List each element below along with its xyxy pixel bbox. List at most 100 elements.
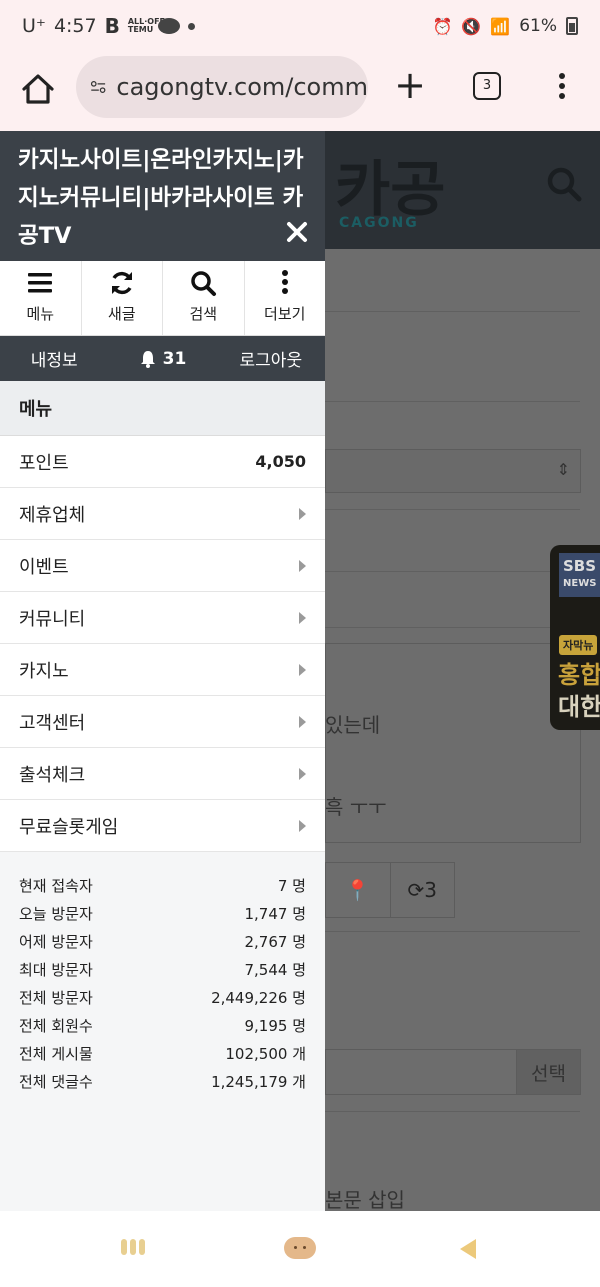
stat-value: 2,767 명 bbox=[244, 932, 306, 951]
file-select-button[interactable]: 선택 bbox=[516, 1050, 580, 1094]
my-info-link[interactable]: 내정보 bbox=[0, 346, 108, 371]
category-select[interactable] bbox=[325, 449, 581, 493]
stat-value: 7 명 bbox=[277, 876, 306, 895]
menu-item-casino[interactable]: 카지노 bbox=[0, 644, 325, 696]
site-search-icon[interactable] bbox=[545, 165, 583, 203]
menu-item-label: 카지노 bbox=[19, 660, 69, 682]
caret-right-icon bbox=[299, 611, 306, 624]
notification-dot-icon bbox=[187, 22, 195, 30]
clock: 4:57 bbox=[53, 15, 97, 37]
menu-item-community[interactable]: 커뮤니티 bbox=[0, 592, 325, 644]
stat-label: 어제 방문자 bbox=[19, 932, 93, 951]
menu-button[interactable]: 메뉴 bbox=[0, 261, 82, 335]
new-posts-button[interactable]: 새글 bbox=[82, 261, 163, 335]
battery-icon bbox=[566, 17, 578, 35]
caret-right-icon bbox=[299, 715, 306, 728]
wifi-icon: 📶 bbox=[490, 16, 511, 36]
stat-label: 전체 회원수 bbox=[19, 1016, 93, 1035]
tab-switcher-button[interactable]: 3 bbox=[473, 72, 501, 100]
refresh-counter-button[interactable]: ⟳ 3 bbox=[391, 863, 455, 917]
browser-menu-icon[interactable] bbox=[552, 70, 572, 104]
insert-label[interactable]: 본문 삽입 bbox=[325, 1184, 405, 1211]
drawer-icon-row: 메뉴 새글 검색 더보기 bbox=[0, 261, 325, 336]
drawer-title: 카지노사이트|온라인카지노|카지노커뮤니티|바카라사이트 카공TV bbox=[18, 147, 304, 249]
temu-icon: ALL·OFF TEMU bbox=[127, 17, 166, 34]
refresh-count: 3 bbox=[424, 878, 437, 902]
stat-row: 오늘 방문자 1,747 명 bbox=[19, 899, 306, 927]
hamburger-icon bbox=[28, 273, 53, 293]
location-icon[interactable]: 📍 bbox=[326, 863, 391, 917]
user-bar: 내정보 31 로그아웃 bbox=[0, 336, 325, 381]
caret-right-icon bbox=[299, 559, 306, 572]
menu-item-label: 출석체크 bbox=[19, 764, 86, 786]
ad-brand: SBS bbox=[563, 557, 597, 575]
more-vertical-icon bbox=[281, 270, 288, 294]
menu-button-label: 메뉴 bbox=[26, 305, 55, 323]
site-header: 카공 CAGONG bbox=[325, 131, 600, 249]
stat-row: 전체 게시물 102,500 개 bbox=[19, 1039, 306, 1067]
stat-value: 1,245,179 개 bbox=[211, 1072, 306, 1091]
stat-value: 102,500 개 bbox=[225, 1044, 306, 1063]
browser-toolbar: cagongtv.com/comm + 3 bbox=[0, 52, 600, 132]
news-ad-banner[interactable]: SBS NEWS 자막뉴 홍합 대한 bbox=[550, 545, 600, 730]
drawer-header: 카지노사이트|온라인카지노|카지노커뮤니티|바카라사이트 카공TV bbox=[0, 131, 325, 261]
stat-label: 최대 방문자 bbox=[19, 960, 93, 979]
address-bar[interactable]: cagongtv.com/comm bbox=[76, 56, 368, 118]
file-input[interactable]: 선택 bbox=[325, 1049, 581, 1095]
recent-apps-icon[interactable] bbox=[121, 1239, 145, 1255]
divider bbox=[325, 311, 580, 312]
ad-tag: 자막뉴 bbox=[559, 635, 598, 655]
visitor-stats: 현재 접속자 7 명 오늘 방문자 1,747 명 어제 방문자 2,767 명 최대… bbox=[0, 871, 325, 1095]
stat-value: 7,544 명 bbox=[244, 960, 306, 979]
stat-row: 최대 방문자 7,544 명 bbox=[19, 955, 306, 983]
caret-right-icon bbox=[299, 663, 306, 676]
bell-icon bbox=[140, 350, 155, 368]
divider bbox=[325, 931, 580, 932]
logout-link[interactable]: 로그아웃 bbox=[217, 346, 325, 371]
mute-icon: 🔇 bbox=[461, 16, 482, 36]
menu-item-support[interactable]: 고객센터 bbox=[0, 696, 325, 748]
menu-item-label: 커뮤니티 bbox=[19, 608, 86, 630]
stat-value: 2,449,226 명 bbox=[211, 988, 306, 1007]
background-page: 카공 CAGONG 있는데 흑 ㅜㅜ 📍 ⟳ 3 선택 본문 삽입 SBS NEW… bbox=[325, 131, 600, 1211]
side-drawer: 카지노사이트|온라인카지노|카지노커뮤니티|바카라사이트 카공TV 메뉴 새글 bbox=[0, 131, 325, 1211]
menu-item-points[interactable]: 포인트 4,050 bbox=[0, 436, 325, 488]
more-button[interactable]: 더보기 bbox=[245, 261, 326, 335]
menu-item-label: 무료슬롯게임 bbox=[19, 816, 119, 838]
divider bbox=[325, 627, 580, 628]
editor-toolbar: 📍 ⟳ 3 bbox=[325, 862, 455, 918]
notifications-link[interactable]: 31 bbox=[108, 349, 216, 369]
stat-row: 어제 방문자 2,767 명 bbox=[19, 927, 306, 955]
stat-row: 현재 접속자 7 명 bbox=[19, 871, 306, 899]
menu-item-free-slots[interactable]: 무료슬롯게임 bbox=[0, 800, 325, 852]
divider bbox=[325, 1111, 580, 1112]
search-icon bbox=[191, 271, 217, 296]
home-icon[interactable] bbox=[16, 67, 60, 111]
ad-headline-2: 대한 bbox=[558, 693, 600, 721]
search-button[interactable]: 검색 bbox=[163, 261, 245, 335]
close-icon[interactable] bbox=[286, 221, 308, 243]
ad-brand-sub: NEWS bbox=[563, 578, 597, 589]
notification-count: 31 bbox=[162, 348, 187, 369]
menu-item-partners[interactable]: 제휴업체 bbox=[0, 488, 325, 540]
ad-headline-1: 홍합 bbox=[558, 661, 600, 689]
battery-label: 61% bbox=[519, 16, 557, 36]
site-settings-icon[interactable] bbox=[90, 76, 106, 98]
menu-item-events[interactable]: 이벤트 bbox=[0, 540, 325, 592]
status-bar: U⁺ 4:57 B ALL·OFF TEMU ⏰ 🔇 📶 61% bbox=[0, 0, 600, 52]
back-icon[interactable] bbox=[460, 1239, 476, 1259]
new-tab-button[interactable]: + bbox=[392, 66, 428, 104]
divider bbox=[325, 571, 580, 572]
more-label: 더보기 bbox=[264, 305, 306, 323]
url-text: cagongtv.com/comm bbox=[116, 73, 368, 101]
stat-row: 전체 회원수 9,195 명 bbox=[19, 1011, 306, 1039]
stat-row: 전체 방문자 2,449,226 명 bbox=[19, 983, 306, 1011]
carrier-label: U⁺ bbox=[22, 15, 46, 37]
menu-item-label: 포인트 bbox=[19, 452, 69, 474]
stat-label: 전체 댓글수 bbox=[19, 1072, 93, 1091]
menu-item-attendance[interactable]: 출석체크 bbox=[0, 748, 325, 800]
stat-label: 전체 게시물 bbox=[19, 1044, 93, 1063]
new-posts-label: 새글 bbox=[107, 305, 136, 323]
home-nav-icon[interactable] bbox=[284, 1237, 316, 1259]
caret-right-icon bbox=[299, 507, 306, 520]
